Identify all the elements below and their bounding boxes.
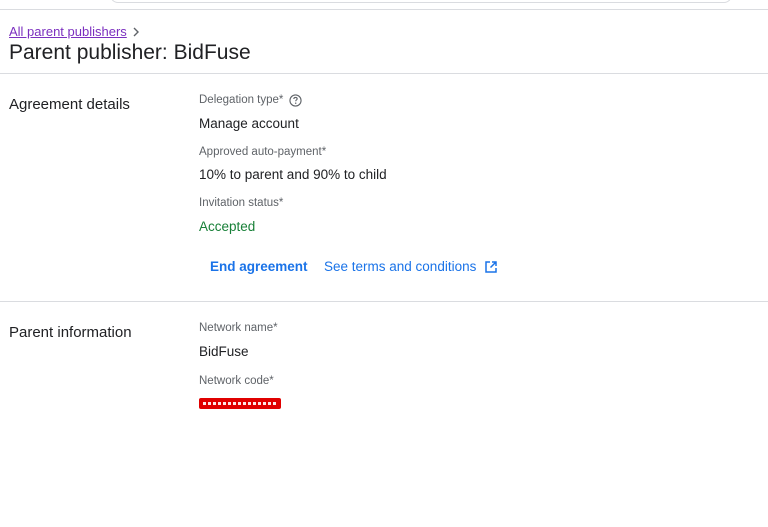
breadcrumb: All parent publishers bbox=[9, 24, 141, 40]
section-title-agreement-details: Agreement details bbox=[9, 96, 130, 113]
page: All parent publishers Parent publisher: … bbox=[0, 0, 768, 527]
delegation-type-label-text: Delegation type* bbox=[199, 94, 284, 106]
network-name-value: BidFuse bbox=[199, 344, 249, 359]
delegation-type-label: Delegation type* bbox=[199, 93, 303, 107]
help-icon[interactable] bbox=[289, 93, 303, 107]
open-in-new-icon bbox=[485, 261, 498, 273]
auto-payment-label: Approved auto-payment* bbox=[199, 146, 327, 158]
see-terms-link[interactable]: See terms and conditions bbox=[324, 258, 498, 276]
auto-payment-value: 10% to parent and 90% to child bbox=[199, 167, 387, 182]
network-code-redacted-value bbox=[199, 398, 281, 409]
section-title-parent-information: Parent information bbox=[9, 324, 132, 341]
delegation-type-value: Manage account bbox=[199, 116, 299, 131]
network-code-label: Network code* bbox=[199, 375, 274, 387]
chevron-right-icon bbox=[133, 27, 139, 37]
top-app-bar bbox=[0, 0, 768, 10]
section-divider bbox=[0, 301, 768, 302]
search-bar-edge[interactable] bbox=[110, 0, 732, 3]
invitation-status-label: Invitation status* bbox=[199, 197, 284, 209]
header-divider bbox=[0, 73, 768, 74]
network-name-label: Network name* bbox=[199, 322, 278, 334]
invitation-status-value: Accepted bbox=[199, 219, 256, 234]
page-title: Parent publisher: BidFuse bbox=[9, 41, 251, 64]
see-terms-label: See terms and conditions bbox=[324, 259, 477, 274]
end-agreement-button[interactable]: End agreement bbox=[210, 258, 308, 276]
breadcrumb-link-all-parent-publishers[interactable]: All parent publishers bbox=[9, 24, 127, 40]
